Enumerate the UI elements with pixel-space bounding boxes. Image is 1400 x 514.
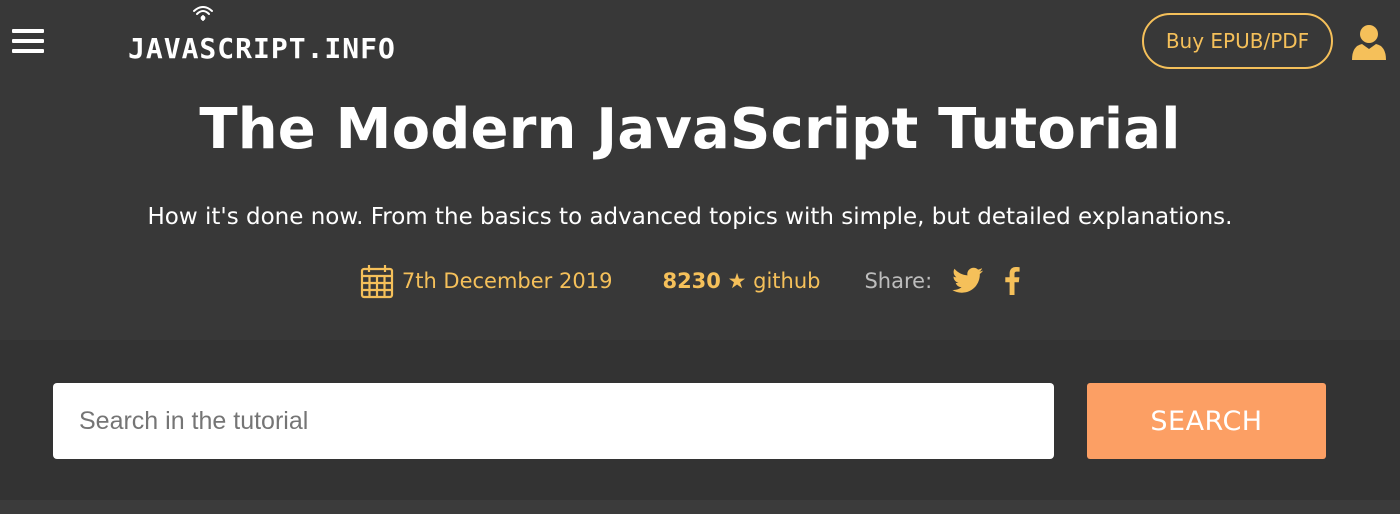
share-group: Share: — [864, 267, 1020, 295]
search-button[interactable]: SEARCH — [1087, 383, 1326, 459]
github-stars-count: 8230 — [662, 269, 721, 293]
menu-bar — [12, 39, 44, 43]
calendar-icon — [360, 265, 393, 299]
twitter-icon[interactable] — [952, 267, 984, 295]
github-label: github — [753, 269, 821, 293]
facebook-icon[interactable] — [1004, 267, 1020, 295]
search-input[interactable] — [53, 383, 1054, 459]
user-icon[interactable] — [1349, 22, 1389, 62]
hamburger-menu-icon[interactable] — [10, 26, 46, 58]
star-icon: ★ — [727, 269, 747, 293]
date-text: 7th December 2019 — [401, 269, 613, 293]
logo-text: JAVASCRIPT.INFO — [128, 31, 396, 65]
page-subtitle: How it's done now. From the basics to ad… — [147, 204, 1233, 230]
publish-date: 7th December 2019 — [360, 263, 613, 299]
menu-bar — [12, 29, 44, 33]
page-title: The Modern JavaScript Tutorial — [199, 97, 1181, 162]
content-divider — [0, 500, 1400, 514]
share-label: Share: — [864, 269, 933, 293]
buy-epub-pdf-button[interactable]: Buy EPUB/PDF — [1142, 13, 1333, 69]
meta-row: 7th December 2019 8230 ★ github Share: — [0, 262, 1380, 300]
site-logo[interactable]: JAVASCRIPT.INFO — [128, 6, 396, 68]
menu-bar — [12, 49, 44, 53]
github-link[interactable]: 8230 ★ github — [662, 269, 820, 293]
